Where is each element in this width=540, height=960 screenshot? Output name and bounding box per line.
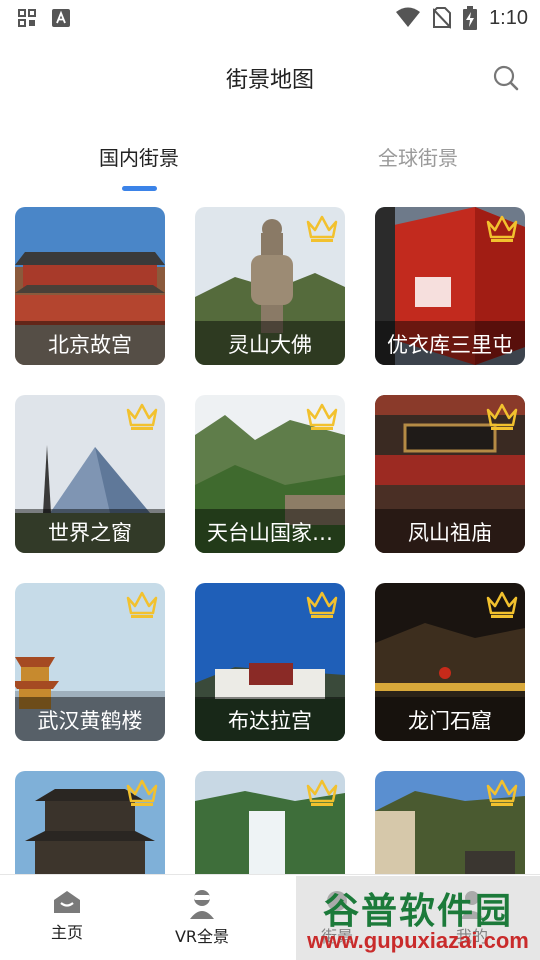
vip-crown-icon — [486, 403, 518, 430]
search-icon[interactable] — [492, 64, 520, 92]
nav-vr-label: VR全景 — [174, 927, 230, 946]
card-title: 布达拉宫 — [228, 709, 312, 733]
vip-crown-icon — [126, 403, 158, 430]
battery-charging-icon — [463, 6, 478, 30]
card-title: 世界之窗 — [48, 521, 132, 545]
watermark-title: 谷普软件园 — [322, 891, 513, 932]
vr-person-icon — [190, 890, 214, 919]
page-title: 街景地图 — [225, 68, 314, 93]
vip-crown-icon — [126, 779, 158, 806]
status-bar: 1:10 — [0, 0, 540, 36]
card-title: 北京故宫 — [48, 333, 132, 357]
card-title: 灵山大佛 — [228, 333, 312, 357]
card-title: 凤山祖庙 — [408, 521, 492, 545]
nav-vr-panorama[interactable]: VR全景 — [147, 889, 257, 947]
scenic-card-longmen-grottoes[interactable]: 龙门石窟 — [375, 583, 525, 741]
watermark-url: www.gupuxiazai.com — [307, 928, 529, 953]
vip-crown-icon — [486, 215, 518, 242]
grid-app-icon — [18, 9, 36, 27]
status-time: 1:10 — [489, 6, 528, 29]
card-title: 龙门石窟 — [408, 709, 492, 733]
card-title: 武汉黄鹤楼 — [37, 709, 143, 733]
scenic-card-tiantai-mountain[interactable]: 天台山国家… — [195, 395, 345, 553]
scenic-card-uniqlo-sanlitun[interactable]: 优衣库三里屯 — [375, 207, 525, 365]
watermark-overlay: 谷普软件园 www.gupuxiazai.com — [296, 876, 540, 960]
text-app-icon — [52, 9, 70, 27]
category-tabs: 国内街景 全球街景 — [0, 130, 540, 194]
vip-crown-icon — [486, 779, 518, 806]
scenic-card-potala-palace[interactable]: 布达拉宫 — [195, 583, 345, 741]
scenic-card-yellow-crane-tower[interactable]: 武汉黄鹤楼 — [15, 583, 165, 741]
home-icon — [54, 891, 80, 913]
vip-crown-icon — [306, 403, 338, 430]
scenic-card-window-of-world[interactable]: 世界之窗 — [15, 395, 165, 553]
vip-crown-icon — [126, 591, 158, 618]
nav-home[interactable]: 主页 — [12, 889, 122, 943]
card-title: 优衣库三里屯 — [387, 333, 513, 357]
vip-crown-icon — [306, 591, 338, 618]
tab-global-streetview[interactable]: 全球街景 — [328, 142, 508, 171]
scenic-card-forbidden-city[interactable]: 北京故宫 — [15, 207, 165, 365]
wifi-icon — [396, 7, 421, 27]
nav-home-label: 主页 — [50, 923, 83, 942]
app-header: 街景地图 — [0, 48, 540, 108]
scenic-card-fengshan-temple[interactable]: 凤山祖庙 — [375, 395, 525, 553]
active-tab-indicator — [122, 186, 157, 191]
no-sim-icon — [433, 7, 452, 29]
card-title: 天台山国家… — [207, 521, 333, 545]
scenic-card-lingshan-buddha[interactable]: 灵山大佛 — [195, 207, 345, 365]
vip-crown-icon — [486, 591, 518, 618]
vip-crown-icon — [306, 215, 338, 242]
tab-domestic-streetview[interactable]: 国内街景 — [49, 142, 229, 171]
vip-crown-icon — [306, 779, 338, 806]
